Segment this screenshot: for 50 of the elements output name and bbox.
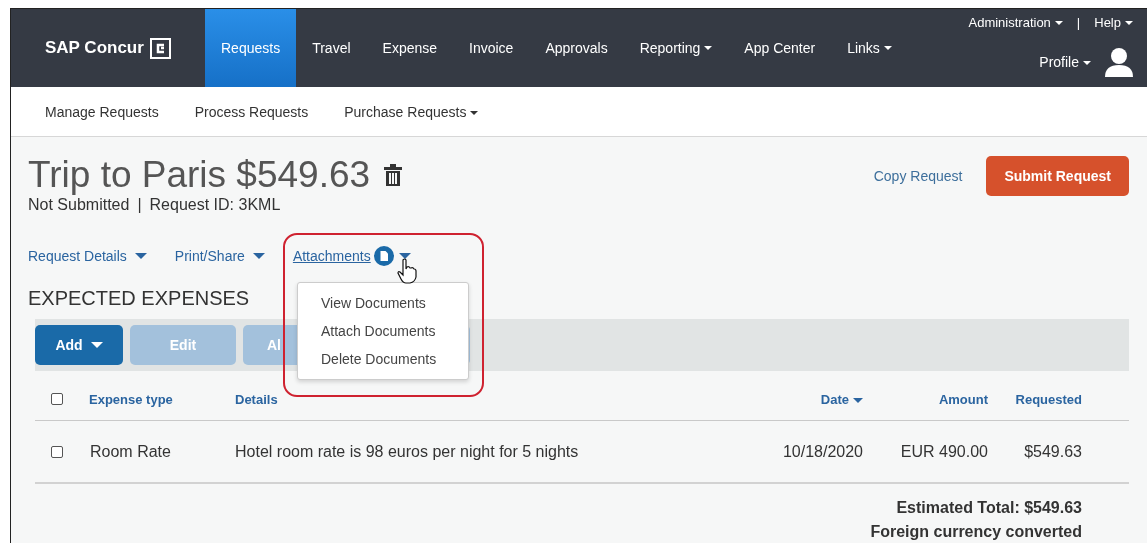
nav-tab[interactable]: Expense [366, 9, 454, 87]
caret-icon [1083, 61, 1091, 66]
nav-tab[interactable]: App Center [728, 9, 832, 87]
utility-link[interactable]: Administration [968, 14, 1063, 30]
caret-icon [252, 253, 265, 259]
subnav-link[interactable]: Process Requests [194, 103, 309, 120]
column-header[interactable]: Requested [1015, 391, 1082, 407]
profile-menu[interactable]: Profile [1039, 54, 1091, 70]
request-title: Trip to Paris $549.63 [28, 155, 371, 195]
table-cell: Hotel room rate is 98 euros per night for 5 nights [235, 442, 579, 461]
nav-tab[interactable]: Approvals [529, 9, 624, 87]
total-text: Estimated Total: $549.63 [896, 498, 1082, 518]
menu-item[interactable]: View Documents [298, 289, 468, 317]
submit-button[interactable]: Submit Request [986, 156, 1129, 196]
total-text: Foreign currency converted [870, 522, 1082, 542]
table-cell: 10/18/2020 [782, 442, 863, 461]
caret-icon [134, 253, 147, 259]
copy-request-link[interactable]: Copy Request [873, 168, 963, 184]
checkbox[interactable] [51, 445, 63, 458]
column-header[interactable]: Date [820, 391, 863, 407]
logo-mark-icon [149, 37, 171, 59]
nav-tab[interactable]: Travel [296, 9, 367, 87]
nav-tab[interactable]: Invoice [453, 9, 530, 87]
nav-tab[interactable]: Reporting [623, 9, 729, 87]
avatar-icon[interactable] [1105, 47, 1133, 77]
separator: | [1076, 14, 1081, 30]
subnav-link[interactable]: Purchase Requests [344, 103, 479, 120]
menu-link[interactable]: Attachments [292, 248, 371, 264]
utility-link[interactable]: Help [1094, 14, 1133, 30]
subnav-link[interactable]: Manage Requests [45, 103, 159, 120]
logo-text: SAP Concur [45, 38, 144, 58]
separator: | [137, 196, 142, 214]
column-header[interactable]: Expense type [89, 391, 173, 407]
trash-icon[interactable] [384, 164, 403, 186]
column-header[interactable]: Amount [938, 391, 988, 407]
nav-tab[interactable]: Links [831, 9, 908, 87]
column-header[interactable]: Details [235, 391, 278, 407]
request-id: Request ID: 3KML [149, 196, 281, 214]
menu-link[interactable]: Request Details [28, 248, 127, 264]
menu-item[interactable]: Attach Documents [298, 317, 468, 345]
table-cell: Room Rate [89, 442, 171, 461]
checkbox[interactable] [51, 393, 63, 405]
toolbar-button[interactable]: Add [35, 325, 123, 365]
table-cell: $549.63 [1024, 442, 1082, 461]
section-title: EXPECTED EXPENSES [28, 287, 250, 311]
status-text: Not Submitted [28, 196, 130, 214]
menu-item[interactable]: Delete Documents [298, 345, 468, 373]
nav-tab[interactable]: Requests [205, 9, 297, 87]
menu-link[interactable]: Print/Share [174, 248, 245, 264]
table-cell: EUR 490.00 [900, 442, 988, 461]
